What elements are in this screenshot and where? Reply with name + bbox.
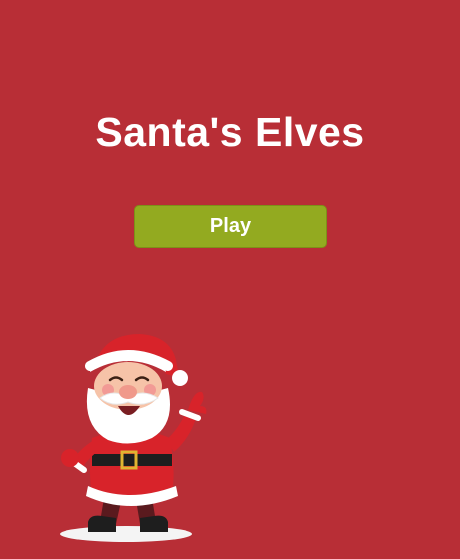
play-button[interactable]: Play	[134, 205, 327, 248]
santa-claus-icon	[60, 334, 207, 542]
game-title: Santa's Elves	[95, 109, 365, 155]
